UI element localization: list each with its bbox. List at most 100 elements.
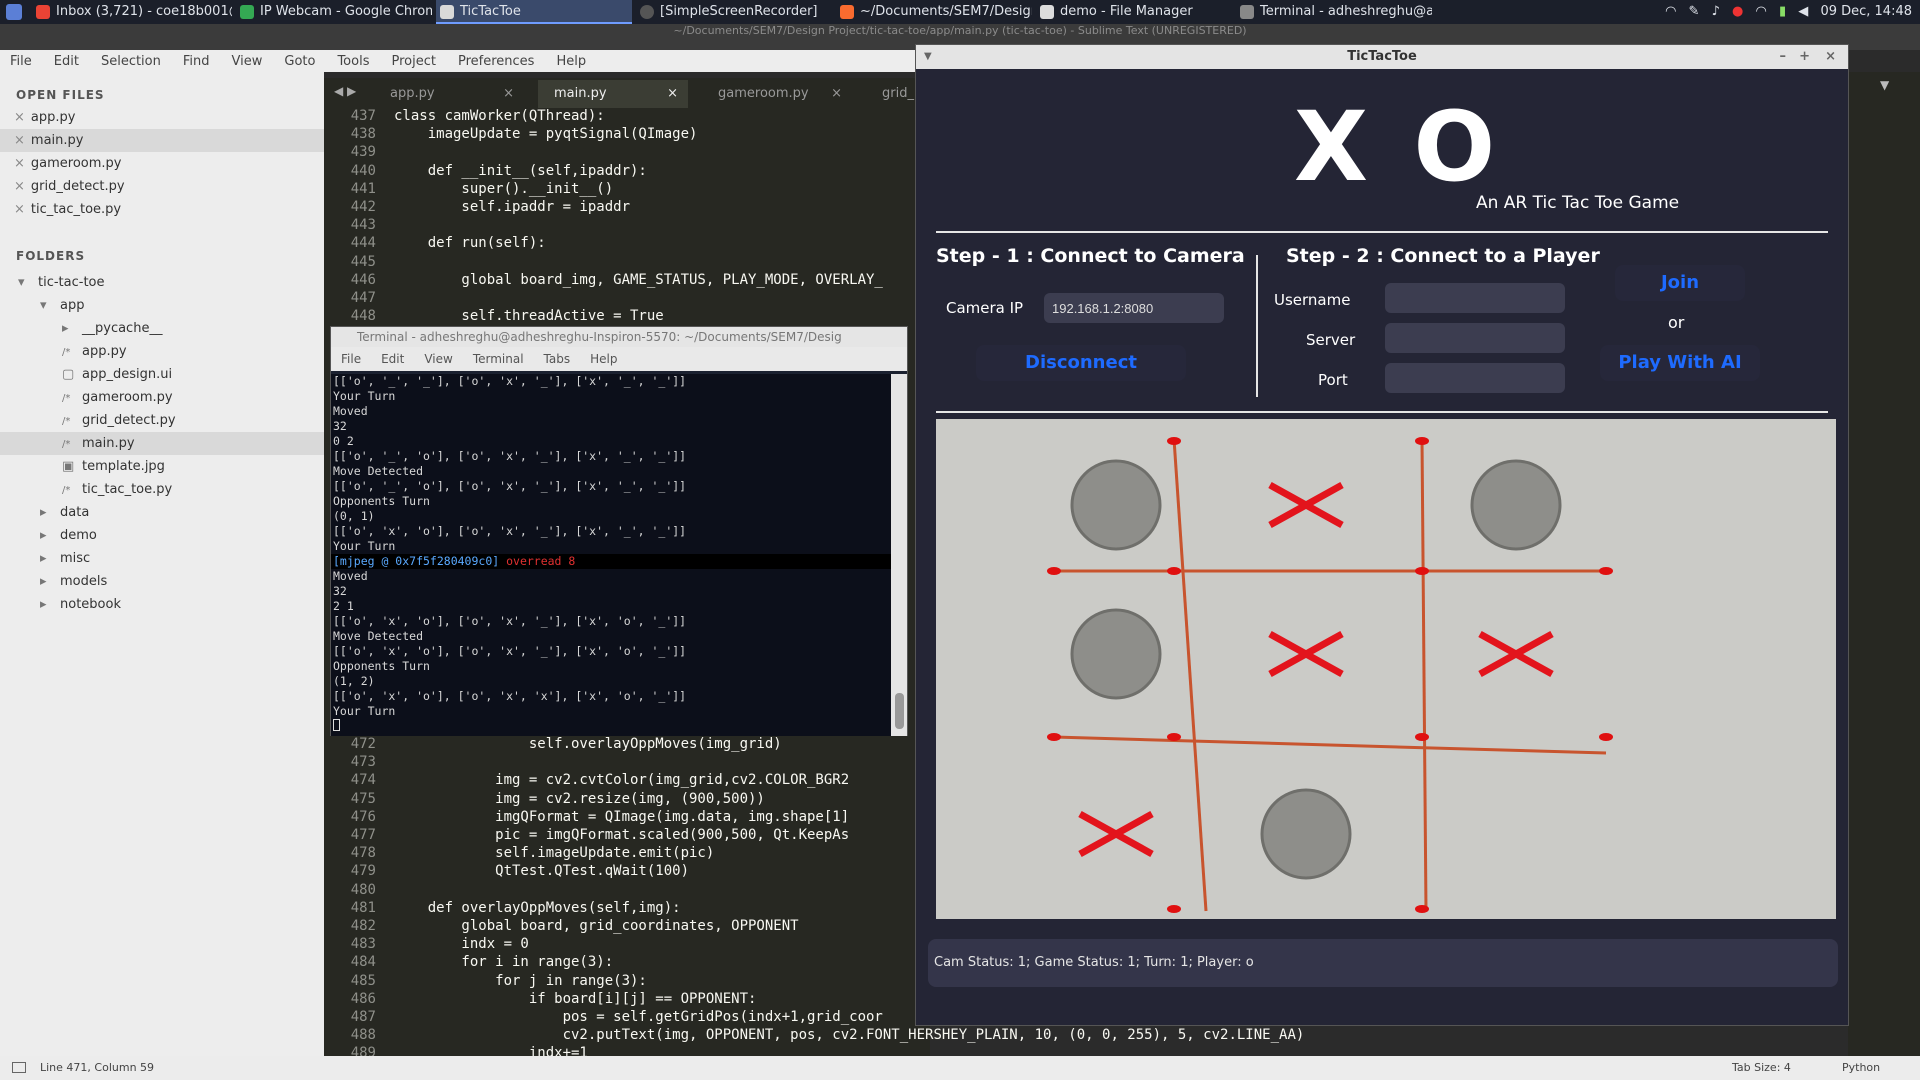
username-input[interactable]	[1385, 283, 1565, 313]
close-icon[interactable]: ×	[831, 80, 842, 108]
term-menu-file[interactable]: File	[341, 347, 361, 371]
line-number: 485	[350, 972, 376, 989]
tree-item[interactable]: /* main.py	[0, 432, 324, 455]
play-ai-button[interactable]: Play With AI	[1600, 345, 1760, 381]
start-menu-icon[interactable]	[6, 4, 22, 20]
tree-item[interactable]: ▸ data	[0, 501, 324, 524]
network-icon[interactable]: ◠	[1756, 4, 1767, 19]
taskbar-item-terminal[interactable]: Terminal - adheshreghu@ad...	[1236, 0, 1432, 24]
close-icon[interactable]: ×	[14, 156, 25, 171]
open-file-tictactoe[interactable]: × tic_tac_toe.py	[0, 198, 324, 221]
terminal-line: (1, 2)	[333, 674, 375, 688]
tab-gameroom[interactable]: gameroom.py ×	[702, 80, 852, 108]
battery-icon[interactable]: ▮	[1779, 4, 1786, 19]
bell-icon[interactable]: ♪	[1712, 4, 1720, 19]
term-menu-help[interactable]: Help	[590, 347, 617, 371]
port-input[interactable]	[1385, 363, 1565, 393]
tab-overflow-icon[interactable]: ▼	[1880, 78, 1889, 92]
record-icon[interactable]: ●	[1732, 4, 1743, 19]
terminal-title[interactable]: Terminal - adheshreghu@adheshreghu-Inspi…	[331, 327, 907, 347]
tree-item[interactable]: ▸ misc	[0, 547, 324, 570]
menu-help[interactable]: Help	[556, 54, 586, 69]
menu-file[interactable]: File	[10, 54, 32, 69]
syntax-mode[interactable]: Python	[1842, 1056, 1880, 1080]
terminal-error-line: [mjpeg @ 0x7f5f280409c0] overread 8	[331, 554, 893, 569]
menu-find[interactable]: Find	[183, 54, 210, 69]
camera-ip-input[interactable]	[1044, 293, 1224, 323]
tree-item[interactable]: /* gameroom.py	[0, 386, 324, 409]
open-file-main[interactable]: × main.py	[0, 129, 324, 152]
notes-icon[interactable]: ✎	[1689, 4, 1700, 19]
terminal-scrollbar[interactable]	[891, 374, 907, 736]
menu-edit[interactable]: Edit	[54, 54, 79, 69]
tree-item[interactable]: /* grid_detect.py	[0, 409, 324, 432]
term-menu-edit[interactable]: Edit	[381, 347, 404, 371]
open-file-app[interactable]: × app.py	[0, 106, 324, 129]
tree-item[interactable]: ▾ app	[0, 294, 324, 317]
tree-item[interactable]: ▸ notebook	[0, 593, 324, 616]
line-number: 441	[350, 180, 376, 197]
terminal-scroll-thumb[interactable]	[895, 693, 904, 729]
line-number: 479	[350, 863, 376, 880]
open-file-griddetect[interactable]: × grid_detect.py	[0, 175, 324, 198]
clock[interactable]: 09 Dec, 14:48	[1820, 4, 1912, 19]
menu-view[interactable]: View	[232, 54, 263, 69]
tree-item[interactable]: ▣ template.jpg	[0, 455, 324, 478]
close-icon[interactable]: ×	[14, 110, 25, 125]
maximize-icon[interactable]: +	[1799, 45, 1810, 69]
tree-item[interactable]: ▸ models	[0, 570, 324, 593]
tab-main[interactable]: main.py ×	[538, 80, 688, 108]
terminal-cursor	[331, 719, 893, 734]
tree-item[interactable]: /* tic_tac_toe.py	[0, 478, 324, 501]
close-icon[interactable]: ×	[667, 80, 678, 108]
line-number: 475	[350, 790, 376, 807]
tree-item[interactable]: ▸ demo	[0, 524, 324, 547]
tab-app[interactable]: app.py ×	[374, 80, 524, 108]
tree-item[interactable]: ▢ app_design.ui	[0, 363, 324, 386]
editor-minimap[interactable]	[1848, 72, 1920, 1056]
close-icon[interactable]: ×	[14, 202, 25, 217]
terminal-line: Opponents Turn	[333, 494, 430, 508]
open-file-gameroom[interactable]: × gameroom.py	[0, 152, 324, 175]
terminal-line: Your Turn	[333, 539, 396, 553]
server-input[interactable]	[1385, 323, 1565, 353]
wifi-icon[interactable]: ◠	[1665, 4, 1676, 19]
term-menu-view[interactable]: View	[424, 347, 452, 371]
close-icon[interactable]: ×	[14, 179, 25, 194]
code-line: class camWorker(QThread):	[394, 108, 605, 124]
taskbar-item-gmail[interactable]: Inbox (3,721) - coe18b001@i...	[32, 0, 232, 24]
close-icon[interactable]: ×	[503, 80, 514, 108]
tree-item[interactable]: /* app.py	[0, 340, 324, 363]
menu-selection[interactable]: Selection	[101, 54, 161, 69]
taskbar-item-filemanager[interactable]: demo - File Manager	[1036, 0, 1232, 24]
minimize-icon[interactable]: –	[1780, 45, 1787, 69]
tab-size[interactable]: Tab Size: 4	[1732, 1056, 1791, 1080]
tree-item[interactable]: ▸ __pycache__	[0, 317, 324, 340]
folder-icon: ▸	[40, 528, 47, 543]
term-menu-terminal[interactable]: Terminal	[473, 347, 524, 371]
window-menu-icon[interactable]: ▼	[924, 45, 932, 69]
app-title-bar[interactable]: ▼ TicTacToe – + ×	[916, 45, 1848, 69]
recorder-icon	[640, 5, 654, 19]
panel-toggle-icon[interactable]	[12, 1062, 26, 1073]
menu-preferences[interactable]: Preferences	[458, 54, 534, 69]
tab-nav-arrows-icon[interactable]: ◀ ▶	[334, 84, 356, 98]
terminal-line: Moved	[333, 569, 368, 583]
disconnect-button[interactable]: Disconnect	[976, 345, 1186, 381]
volume-icon[interactable]: ◀	[1798, 4, 1808, 19]
join-button[interactable]: Join	[1615, 265, 1745, 301]
taskbar-item-tictactoe[interactable]: TicTacToe	[436, 0, 632, 24]
menu-goto[interactable]: Goto	[284, 54, 315, 69]
term-menu-tabs[interactable]: Tabs	[544, 347, 571, 371]
code-file-icon: /*	[62, 439, 71, 450]
terminal-output[interactable]: [['o', '_', '_'], ['o', 'x', '_'], ['x',…	[331, 374, 893, 736]
tree-item[interactable]: ▾ tic-tac-toe	[0, 271, 324, 294]
close-icon[interactable]: ×	[1825, 45, 1836, 69]
taskbar-item-recorder[interactable]: [SimpleScreenRecorder]	[636, 0, 832, 24]
taskbar-item-sublime[interactable]: ~/Documents/SEM7/Design ...	[836, 0, 1032, 24]
close-icon[interactable]: ×	[14, 133, 25, 148]
menu-project[interactable]: Project	[391, 54, 435, 69]
code-file-icon: /*	[62, 347, 71, 358]
taskbar-item-ipwebcam[interactable]: IP Webcam - Google Chrome	[236, 0, 432, 24]
menu-tools[interactable]: Tools	[337, 54, 369, 69]
